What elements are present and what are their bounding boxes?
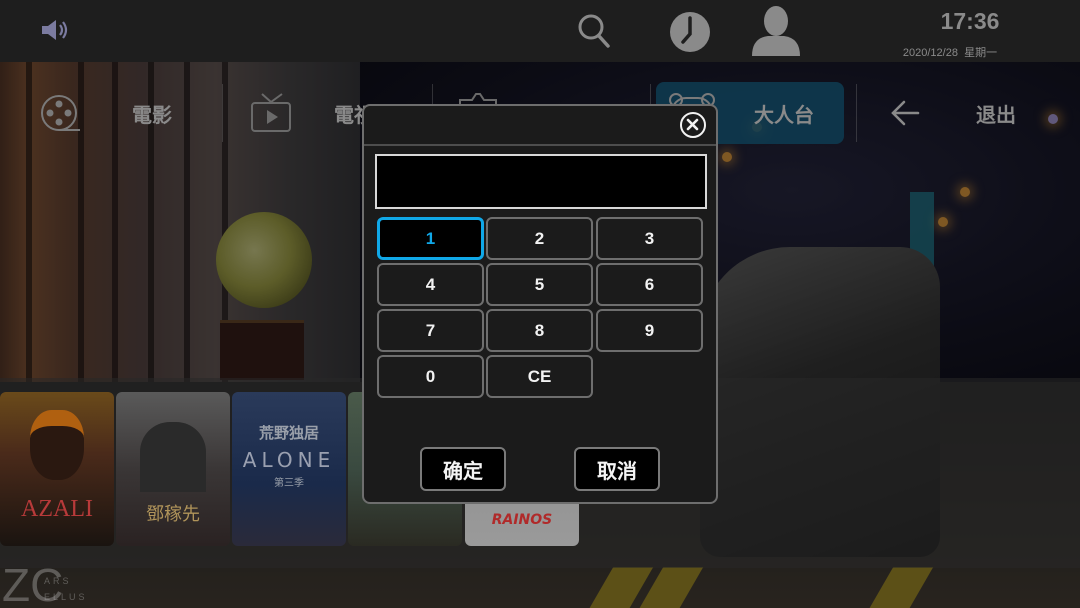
weekday-text: 星期一 [964,47,998,59]
logo-line1: ARS [44,576,72,586]
clock-date: 2020/12/28 星期一 [890,44,1010,60]
film-reel-icon [40,94,82,138]
poster-card[interactable]: 鄧稼先 [116,392,230,546]
back-arrow-icon [890,100,920,130]
poster-title: RAINOS [491,512,553,528]
nav-label: 退出 [976,102,1016,127]
tv-play-icon [250,92,292,138]
poster-title: ALONE [242,448,336,472]
key-6[interactable]: 6 [596,263,703,306]
key-2[interactable]: 2 [486,217,593,260]
history-icon[interactable] [668,10,712,54]
key-1[interactable]: 1 [377,217,484,260]
close-circle-icon [686,118,699,131]
brand-logo: ZC ARS ELLUS [0,562,120,608]
clock-time: 17:36 [940,8,1000,34]
key-3[interactable]: 3 [596,217,703,260]
dialog-header [364,106,716,146]
search-icon[interactable] [576,12,612,50]
poster-title: AZALI [21,496,93,522]
volume-icon[interactable] [40,18,72,42]
key-7[interactable]: 7 [377,309,484,352]
key-0[interactable]: 0 [377,355,484,398]
logo-line2: ELLUS [44,592,88,602]
status-bar: 17:36 2020/12/28 星期一 [0,0,1080,62]
nav-label: 大人台 [754,102,814,127]
nav-item-movies[interactable]: 電影 [30,80,220,146]
key-9[interactable]: 9 [596,309,703,352]
nav-label: 電影 [132,102,172,127]
date-text: 2020/12/28 [902,47,958,59]
key-8[interactable]: 8 [486,309,593,352]
poster-card[interactable]: 荒野独居 ALONE 第三季 [232,392,346,546]
nav-item-exit[interactable]: 退出 [870,80,1070,146]
pin-input[interactable] [375,154,707,209]
key-4[interactable]: 4 [377,263,484,306]
key-clear[interactable]: CE [486,355,593,398]
pin-dialog: 1 2 3 4 5 6 7 8 9 0 CE 确定 取消 [362,104,718,504]
poster-card[interactable]: AZALI [0,392,114,546]
confirm-button[interactable]: 确定 [420,447,506,491]
close-button[interactable] [680,112,706,138]
cancel-button[interactable]: 取消 [574,447,660,491]
key-5[interactable]: 5 [486,263,593,306]
poster-title: 鄧稼先 [146,504,200,525]
poster-top-text: 荒野独居 [258,424,319,442]
user-icon[interactable] [748,4,804,58]
poster-subtitle: 第三季 [274,478,304,489]
